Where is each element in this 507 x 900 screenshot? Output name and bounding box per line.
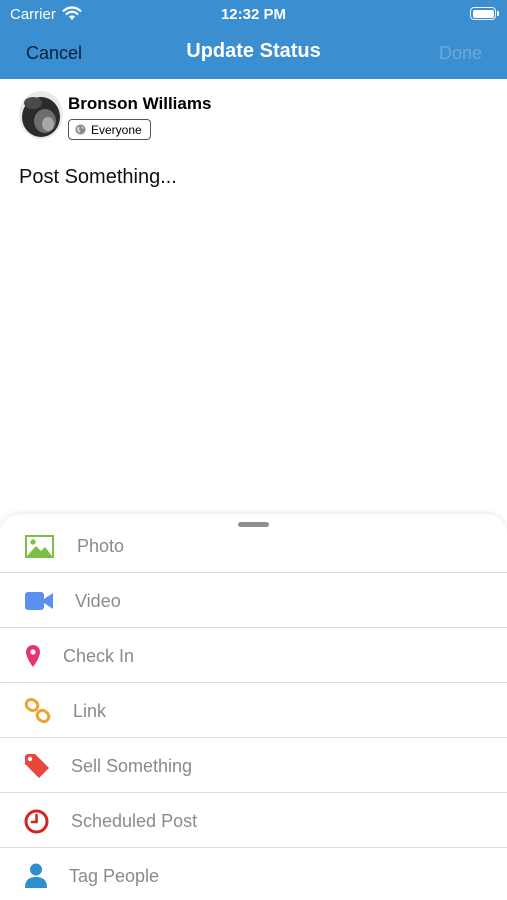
option-label: Video: [75, 591, 121, 611]
option-photo[interactable]: Photo: [0, 518, 507, 573]
option-link[interactable]: Link: [0, 683, 507, 738]
option-label: Photo: [77, 536, 125, 556]
post-options-sheet: Photo Video Check In Link Sell Something…: [0, 514, 507, 900]
tag-icon: [24, 752, 50, 780]
photo-icon: [24, 532, 54, 560]
option-check-in[interactable]: Check In: [0, 628, 507, 683]
status-time: 12:32 PM: [220, 6, 287, 23]
avatar: [19, 91, 63, 139]
done-button[interactable]: Done: [439, 43, 482, 64]
battery-icon: [470, 7, 499, 20]
option-scheduled-post[interactable]: Scheduled Post: [0, 793, 507, 848]
post-text-input[interactable]: Post Something...: [19, 166, 489, 466]
user-name: Bronson Williams: [68, 94, 212, 113]
link-icon: [24, 697, 52, 725]
option-label: Sell Something: [71, 756, 193, 776]
cancel-button[interactable]: Cancel: [26, 43, 82, 64]
clock-icon: [24, 807, 49, 835]
video-icon: [24, 587, 54, 615]
audience-label: Everyone: [91, 122, 142, 137]
person-icon: [24, 862, 48, 890]
option-label: Check In: [63, 646, 135, 666]
option-label: Link: [73, 701, 107, 721]
location-pin-icon: [25, 642, 41, 670]
audience-selector[interactable]: Everyone: [68, 119, 151, 140]
option-tag-people[interactable]: Tag People: [0, 848, 507, 900]
navigation-bar: Carrier 12:32 PM Cancel Update Status Do…: [0, 0, 507, 79]
option-video[interactable]: Video: [0, 573, 507, 628]
globe-icon: [75, 124, 86, 135]
option-label: Tag People: [69, 866, 160, 886]
option-label: Scheduled Post: [71, 811, 198, 831]
status-bar: Carrier 12:32 PM: [0, 0, 507, 28]
option-sell-something[interactable]: Sell Something: [0, 738, 507, 793]
